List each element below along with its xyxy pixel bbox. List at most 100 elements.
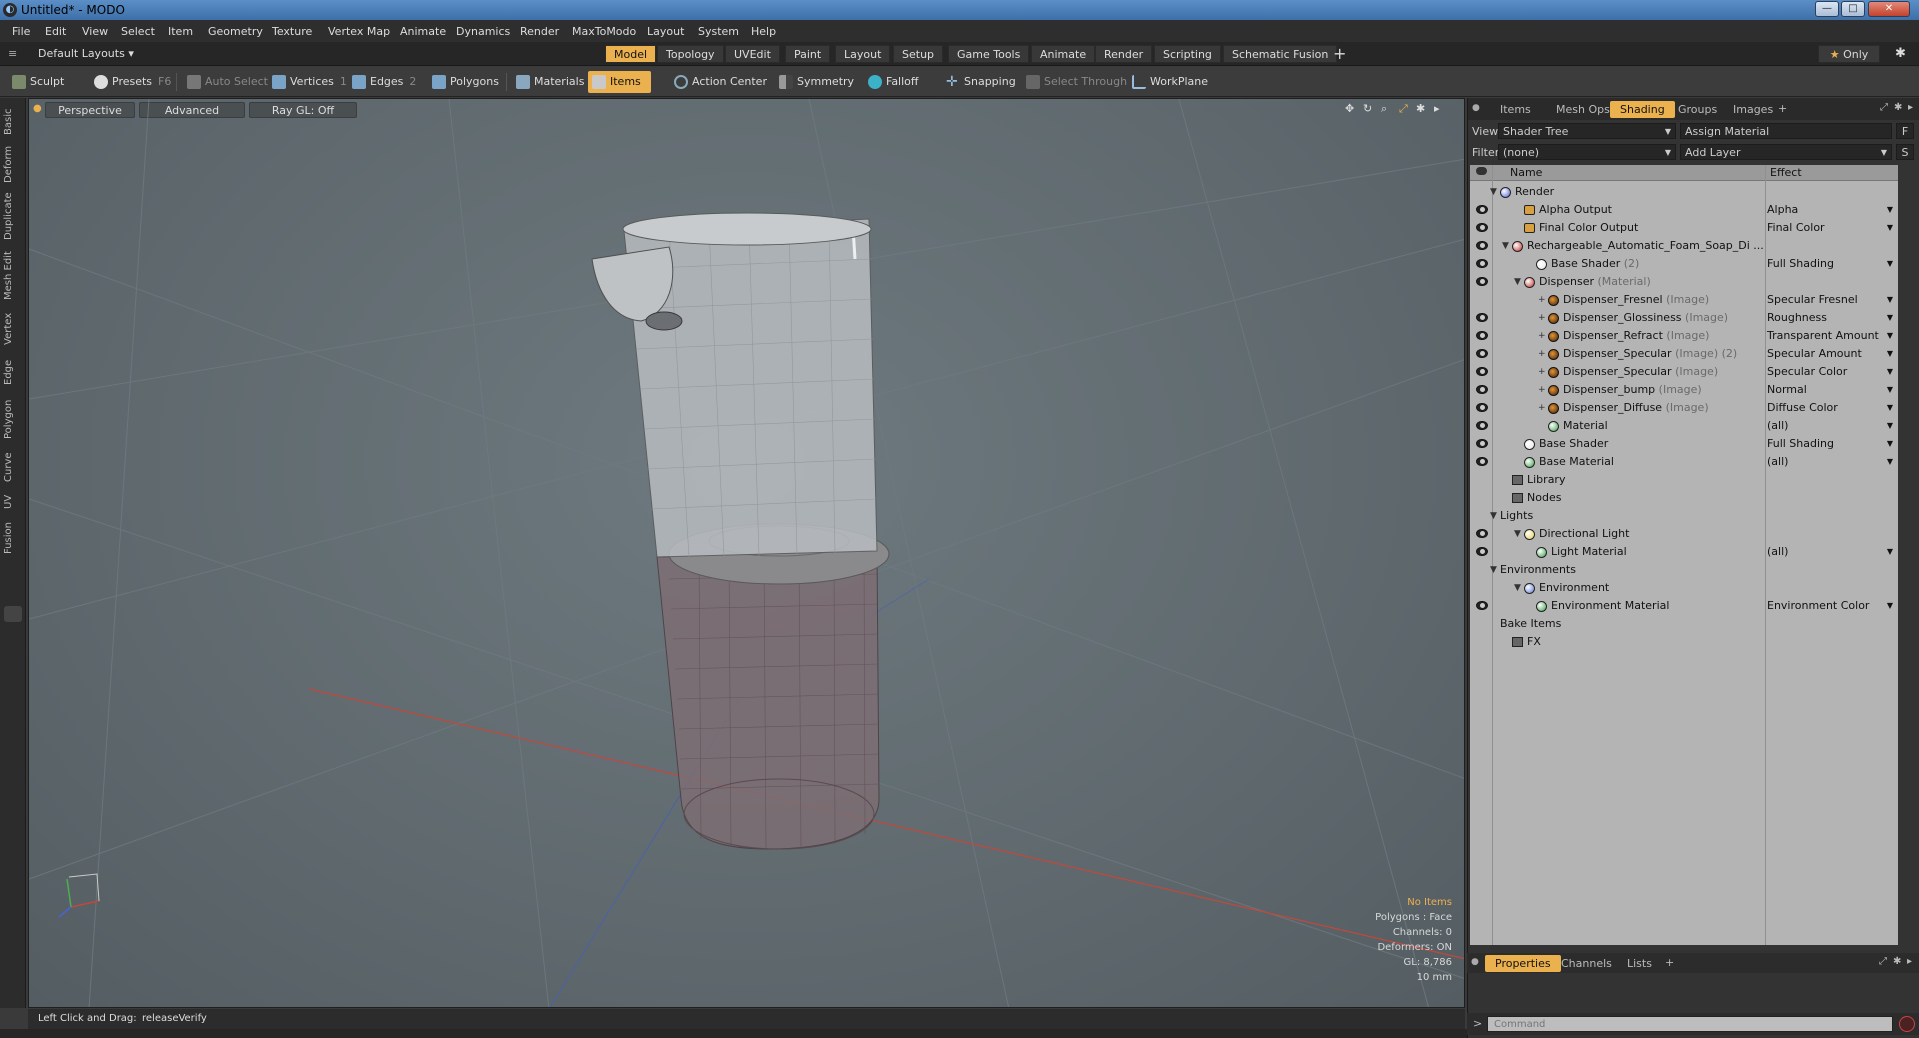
visibility-eye-icon[interactable] (1476, 349, 1488, 358)
menu-texture[interactable]: Texture (272, 25, 312, 38)
expand-toggle-icon[interactable]: + (1538, 363, 1546, 381)
panel-expand-icon[interactable]: ⤢ (1880, 102, 1888, 113)
3d-viewport[interactable]: ● Perspective Advanced Ray GL: Off ✥ ↻ ⌕… (28, 98, 1465, 1008)
tab-vertex[interactable]: Vertex (3, 310, 23, 348)
menu-select[interactable]: Select (121, 25, 155, 38)
effect-dropdown[interactable]: Alpha ▼ (1767, 201, 1897, 219)
visibility-eye-icon[interactable] (1476, 439, 1488, 448)
effect-dropdown[interactable]: Specular Color ▼ (1767, 363, 1897, 381)
name-column-header[interactable]: Name (1510, 166, 1542, 179)
menu-view[interactable]: View (82, 25, 108, 38)
panel-arrow-icon[interactable]: ▸ (1908, 102, 1913, 113)
tab-deform[interactable]: Deform (3, 144, 23, 184)
visibility-eye-icon[interactable] (1476, 385, 1488, 394)
tree-row[interactable]: + Dispenser_bump (Image) Normal ▼ (1470, 381, 1898, 399)
effect-dropdown[interactable]: Roughness ▼ (1767, 309, 1897, 327)
layout-selector[interactable]: Default Layouts ▾ (38, 47, 134, 60)
filter-dropdown[interactable]: (none) ▼ (1498, 144, 1676, 160)
tree-row[interactable]: ▼ Lights (1470, 507, 1898, 525)
expand-toggle-icon[interactable]: ▼ (1502, 237, 1509, 255)
tab-model[interactable]: Model (605, 45, 657, 63)
tab-channels[interactable]: Channels (1551, 955, 1622, 972)
menu-edit[interactable]: Edit (45, 25, 66, 38)
tree-row[interactable]: ▼ Rechargeable_Automatic_Foam_Soap_Di ... (1470, 237, 1898, 255)
tab-animate[interactable]: Animate (1031, 45, 1096, 63)
menu-system[interactable]: System (698, 25, 739, 38)
tree-row[interactable]: + Dispenser_Refract (Image) Transparent Am… (1470, 327, 1898, 345)
tab-polygon[interactable]: Polygon (3, 396, 23, 442)
toggle-panel-button[interactable] (4, 606, 22, 622)
tab-images[interactable]: Images (1723, 101, 1783, 118)
add-tab-button[interactable]: + (1333, 44, 1346, 63)
tree-row[interactable]: ▼ Render (1470, 183, 1898, 201)
expand-toggle-icon[interactable]: ▼ (1514, 579, 1521, 597)
assign-material-button[interactable]: Assign Material (1680, 123, 1892, 139)
layout-menu-icon[interactable]: ≡ (8, 47, 17, 60)
expand-toggle-icon[interactable]: + (1538, 381, 1546, 399)
soap-dispenser-model[interactable] (591, 212, 890, 850)
menu-vertex-map[interactable]: Vertex Map (328, 25, 390, 38)
expand-toggle-icon[interactable]: ▼ (1514, 273, 1521, 291)
visibility-eye-icon[interactable] (1476, 313, 1488, 322)
visibility-eye-icon[interactable] (1476, 601, 1488, 610)
visibility-eye-icon[interactable] (1476, 241, 1488, 250)
tree-row[interactable]: Bake Items (1470, 615, 1898, 633)
properties-menu-icon[interactable]: ● (1471, 957, 1479, 967)
maximize-button[interactable]: □ (1841, 1, 1865, 17)
properties-expand-icon[interactable]: ⤢ (1879, 956, 1887, 967)
properties-settings-icon[interactable]: ✱ (1893, 956, 1901, 967)
tree-row[interactable]: + Dispenser_Diffuse (Image) Diffuse Color ▼ (1470, 399, 1898, 417)
presets-button[interactable]: Presets F6 (90, 71, 171, 93)
sculpt-button[interactable]: Sculpt (8, 71, 64, 93)
tab-uv[interactable]: UV (3, 492, 23, 512)
edges-button[interactable]: Edges 2 (348, 71, 416, 93)
tab-paint[interactable]: Paint (785, 45, 831, 63)
tab-game-tools[interactable]: Game Tools (948, 45, 1030, 63)
auto-select-button[interactable]: Auto Select (183, 71, 268, 93)
select-through-button[interactable]: Select Through (1022, 71, 1127, 93)
menu-geometry[interactable]: Geometry (208, 25, 263, 38)
add-properties-tab-button[interactable]: + (1665, 956, 1674, 969)
menu-item[interactable]: Item (168, 25, 193, 38)
visibility-eye-icon[interactable] (1476, 223, 1488, 232)
tab-uvedit[interactable]: UVEdit (725, 45, 780, 63)
menu-dynamics[interactable]: Dynamics (456, 25, 510, 38)
command-input[interactable] (1487, 1016, 1893, 1032)
visibility-eye-icon[interactable] (1476, 457, 1488, 466)
expand-toggle-icon[interactable]: + (1538, 291, 1546, 309)
tree-row[interactable]: Final Color Output Final Color ▼ (1470, 219, 1898, 237)
tree-row[interactable]: ▼ Environments (1470, 561, 1898, 579)
effect-dropdown[interactable]: Diffuse Color ▼ (1767, 399, 1897, 417)
tab-lists[interactable]: Lists (1617, 955, 1662, 972)
tree-row[interactable]: Light Material (all) ▼ (1470, 543, 1898, 561)
effect-dropdown[interactable]: (all) ▼ (1767, 453, 1897, 471)
menu-file[interactable]: File (12, 25, 30, 38)
tree-row[interactable]: + Dispenser_Specular (Image) (2) Specular … (1470, 345, 1898, 363)
effect-column-header[interactable]: Effect (1770, 166, 1802, 179)
tab-basic[interactable]: Basic (3, 104, 23, 140)
effect-dropdown[interactable]: Transparent Amount ▼ (1767, 327, 1897, 345)
effect-dropdown[interactable]: Specular Fresnel ▼ (1767, 291, 1897, 309)
menu-animate[interactable]: Animate (400, 25, 446, 38)
action-center-button[interactable]: Action Center (670, 71, 767, 93)
expand-toggle-icon[interactable]: + (1538, 309, 1546, 327)
tree-row[interactable]: Base Shader Full Shading ▼ (1470, 435, 1898, 453)
tree-row[interactable]: + Dispenser_Glossiness (Image) Roughness ▼ (1470, 309, 1898, 327)
tab-edge[interactable]: Edge (3, 356, 23, 388)
effect-dropdown[interactable]: Environment Color ▼ (1767, 597, 1897, 615)
visibility-eye-icon[interactable] (1476, 529, 1488, 538)
tab-setup[interactable]: Setup (893, 45, 944, 63)
panel-settings-icon[interactable]: ✱ (1894, 102, 1902, 113)
properties-arrow-icon[interactable]: ▸ (1907, 956, 1912, 967)
add-panel-tab-button[interactable]: + (1778, 102, 1787, 115)
expand-toggle-icon[interactable]: ▼ (1490, 183, 1497, 201)
tree-row[interactable]: Environment Material Environment Color ▼ (1470, 597, 1898, 615)
tree-row[interactable]: ▼ Dispenser (Material) (1470, 273, 1898, 291)
tree-row[interactable]: ▼ Directional Light (1470, 525, 1898, 543)
visibility-eye-icon[interactable] (1476, 403, 1488, 412)
tab-mesh-ops[interactable]: Mesh Ops (1546, 101, 1620, 118)
view-dropdown[interactable]: Shader Tree ▼ (1498, 123, 1676, 139)
snapping-button[interactable]: ✛ Snapping (942, 71, 1016, 93)
s-button[interactable]: S (1896, 144, 1914, 160)
visibility-eye-icon[interactable] (1476, 331, 1488, 340)
